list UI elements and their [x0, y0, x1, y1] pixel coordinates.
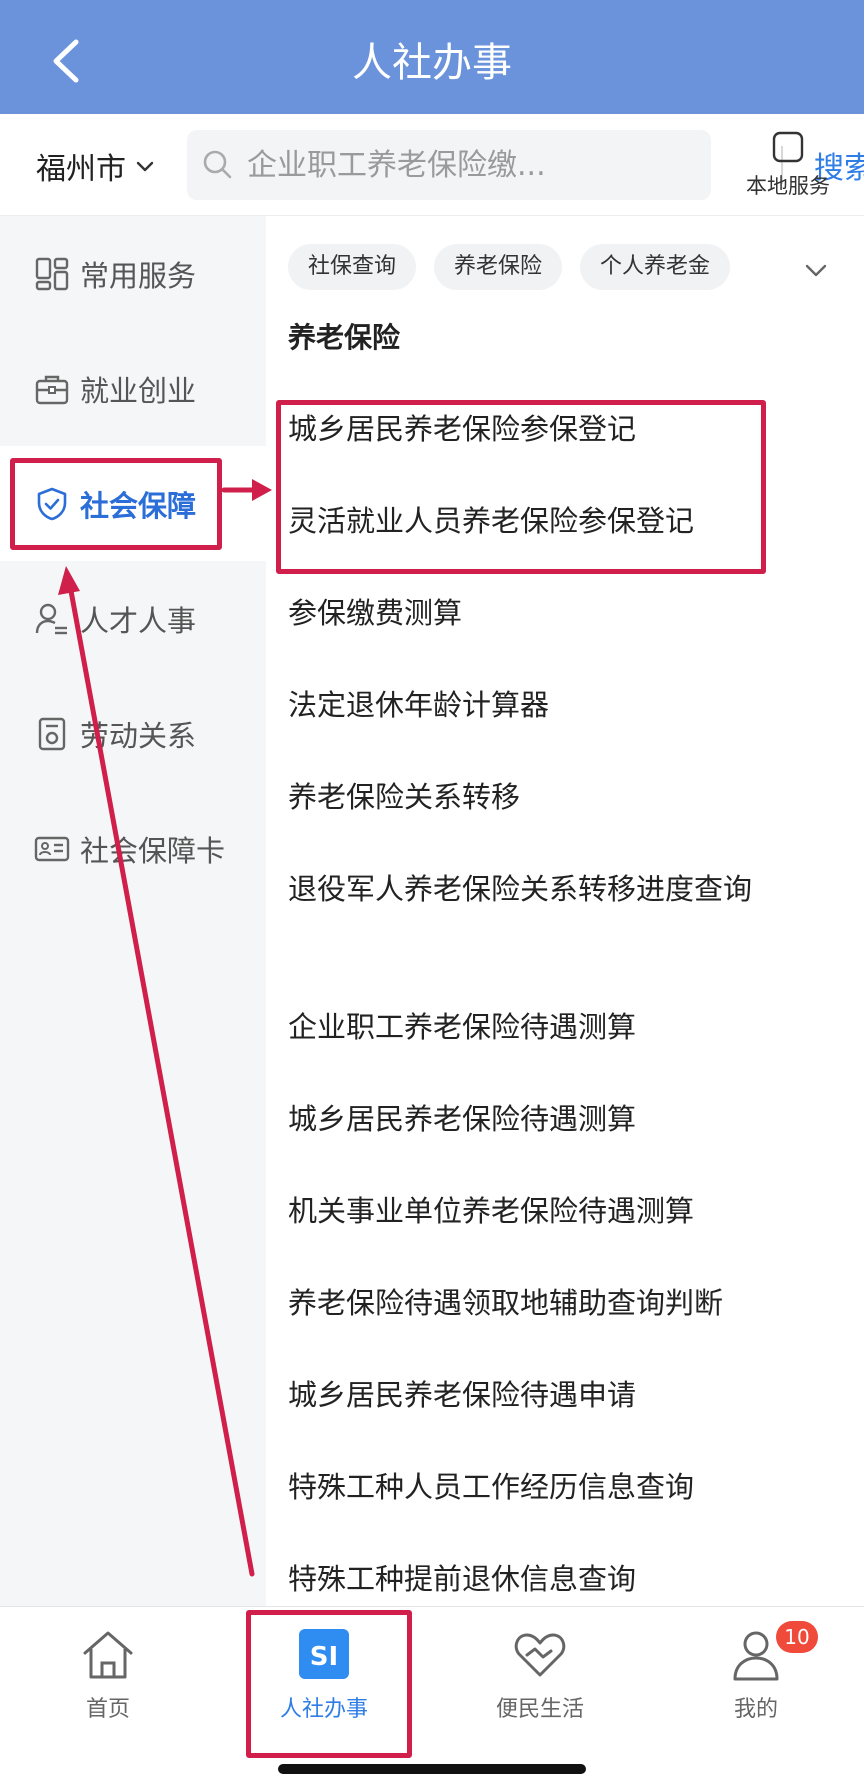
briefcase-icon: [35, 375, 69, 404]
home-indicator: [278, 1764, 586, 1774]
search-icon: [203, 150, 232, 179]
local-service-button[interactable]: 本地服务: [728, 130, 848, 210]
list-item[interactable]: 机关事业单位养老保险待遇测算: [288, 1188, 694, 1234]
grid-icon: [35, 257, 69, 290]
list-item[interactable]: 企业职工养老保险待遇测算: [288, 1004, 636, 1050]
search-row: 福州市 搜索 本地服务: [0, 114, 864, 216]
list-item[interactable]: 参保缴费测算: [288, 590, 462, 636]
heart-hand-icon: [514, 1633, 566, 1677]
sidebar-item-label: 社会保障: [80, 488, 197, 523]
search-box[interactable]: 搜索: [187, 130, 864, 200]
local-service-label: 本地服务: [746, 174, 830, 198]
list-item[interactable]: 城乡居民养老保险待遇测算: [288, 1096, 636, 1142]
list-item[interactable]: 特殊工种人员工作经历信息查询: [288, 1464, 694, 1510]
header-bar: 人社办事: [0, 0, 864, 114]
list-item[interactable]: 养老保险关系转移: [288, 774, 520, 820]
list-item[interactable]: 城乡居民养老保险待遇申请: [288, 1372, 636, 1418]
shield-icon: [37, 487, 67, 520]
sidebar-item-social-security[interactable]: 社会保障: [0, 446, 266, 561]
document-icon: [38, 717, 66, 750]
page-title: 人社办事: [352, 40, 512, 86]
list-item[interactable]: 退役军人养老保险关系转移进度查询: [288, 866, 788, 912]
id-card-icon: [34, 836, 70, 861]
section-title: 养老保险: [288, 321, 401, 354]
sidebar-item-label: 劳动关系: [80, 718, 197, 753]
person-list-icon: [35, 603, 67, 634]
sidebar-item-common-services[interactable]: 常用服务: [0, 216, 266, 331]
service-content: 社保查询 养老保险 个人养老金 养老保险 城乡居民养老保险参保登记 灵活就业人员…: [266, 216, 864, 1606]
sidebar-item-label: 就业创业: [80, 373, 197, 408]
bottom-tab-bar: 首页 SI 人社办事 便民生活 我的 10: [0, 1606, 864, 1789]
tab-label: 人社办事: [279, 1697, 368, 1722]
search-input[interactable]: [247, 130, 547, 200]
notification-badge: 10: [776, 1621, 818, 1653]
sidebar-item-employment[interactable]: 就业创业: [0, 331, 266, 446]
chevron-down-icon: [136, 161, 154, 172]
sidebar-item-label: 社会保障卡: [80, 833, 226, 868]
sidebar-item-labor-relations[interactable]: 劳动关系: [0, 676, 266, 791]
sidebar-item-talent[interactable]: 人才人事: [0, 561, 266, 676]
tab-label: 我的: [733, 1697, 778, 1722]
si-logo-icon: SI: [299, 1629, 349, 1679]
sidebar-item-label: 常用服务: [80, 258, 197, 293]
city-label: 福州市: [36, 152, 126, 187]
list-item[interactable]: 养老保险待遇领取地辅助查询判断: [288, 1280, 723, 1326]
list-item[interactable]: 特殊工种提前退休信息查询: [288, 1556, 636, 1602]
list-item[interactable]: 灵活就业人员养老保险参保登记: [288, 498, 694, 544]
tab-hr-services[interactable]: SI 人社办事: [224, 1627, 424, 1727]
category-sidebar: 常用服务 就业创业 社会保障 人才人事 劳动关系 社会保障卡: [0, 216, 266, 1606]
chip-social-security-query[interactable]: 社保查询: [288, 244, 417, 290]
chip-personal-pension[interactable]: 个人养老金: [580, 244, 731, 290]
city-selector[interactable]: 福州市: [36, 144, 156, 188]
tab-label: 便民生活: [495, 1697, 584, 1722]
tab-convenience[interactable]: 便民生活: [440, 1627, 640, 1727]
sidebar-item-social-security-card[interactable]: 社会保障卡: [0, 791, 266, 906]
filter-chips: 社保查询 养老保险 个人养老金: [288, 244, 731, 290]
list-item[interactable]: 城乡居民养老保险参保登记: [288, 406, 636, 452]
list-item[interactable]: 法定退休年龄计算器: [288, 682, 549, 728]
chip-pension-insurance[interactable]: 养老保险: [434, 244, 563, 290]
tab-label: 首页: [85, 1697, 130, 1722]
sidebar-item-label: 人才人事: [80, 603, 197, 638]
si-logo-text: SI: [310, 1642, 338, 1672]
tab-home[interactable]: 首页: [8, 1627, 208, 1727]
chevron-down-icon[interactable]: [802, 256, 830, 284]
home-icon: [83, 1631, 133, 1679]
square-icon: [772, 131, 804, 163]
tab-mine[interactable]: 我的 10: [656, 1621, 856, 1727]
